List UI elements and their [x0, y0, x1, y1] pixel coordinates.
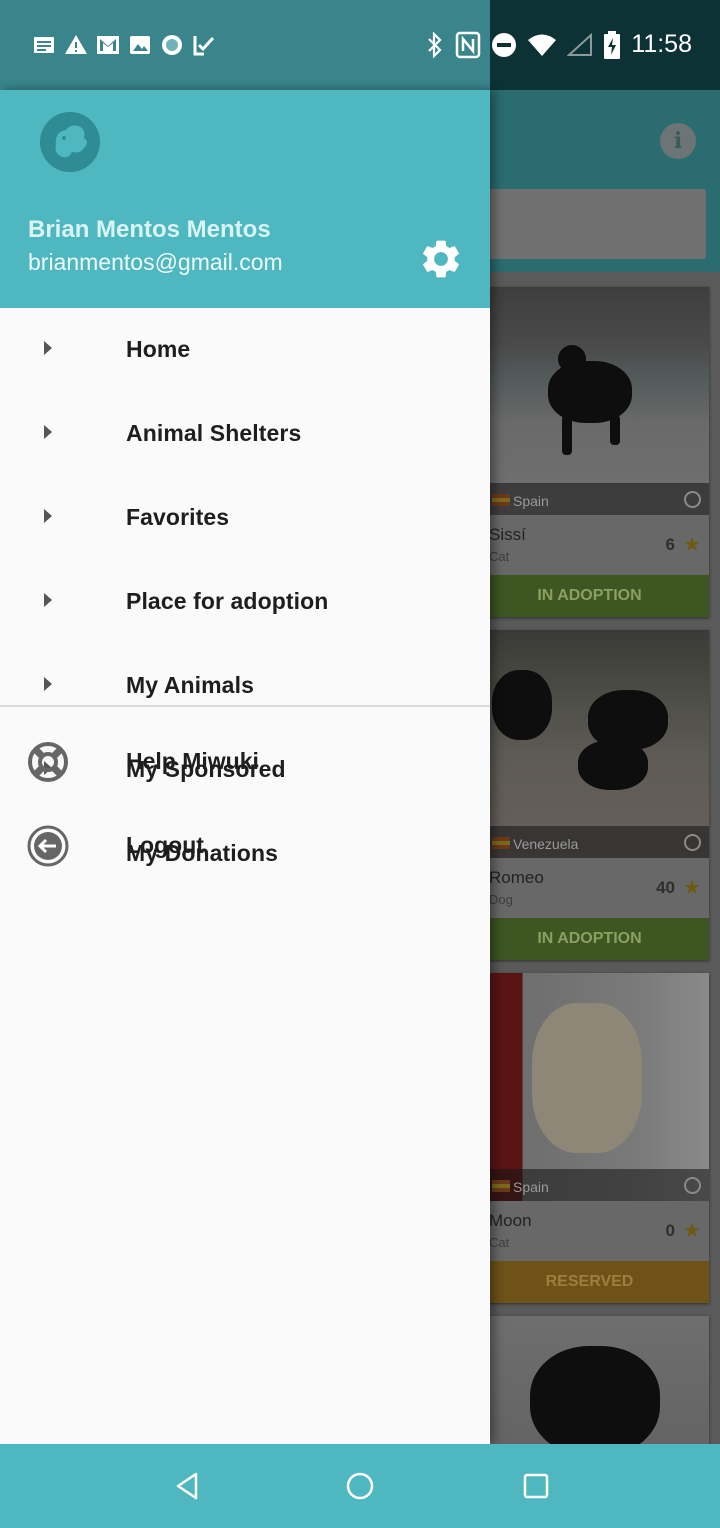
settings-gear-icon[interactable] [418, 236, 464, 282]
cell-signal-icon [567, 32, 593, 56]
pet-type: Cat [489, 549, 510, 564]
pet-country: Spain [513, 493, 549, 509]
pet-photo [470, 1316, 709, 1444]
shelter-icon [684, 1177, 701, 1194]
menu-item-label: Place for adoption [126, 588, 329, 614]
pet-photo: Venezuela [470, 630, 709, 858]
pet-type: Cat [489, 1235, 510, 1250]
menu-item-label: My Animals [126, 672, 254, 698]
pet-country: Spain [513, 1179, 549, 1195]
user-name: Brian Mentos Mentos [28, 216, 271, 243]
menu-item-help-miwuki[interactable]: Help Miwuki [0, 720, 490, 804]
pet-photo: Spain [470, 973, 709, 1201]
app-logo-icon [40, 112, 100, 172]
arrow-right-icon [44, 341, 52, 355]
home-icon[interactable] [344, 1470, 376, 1502]
user-email: brianmentos@gmail.com [28, 249, 283, 275]
circle-app-icon [162, 35, 182, 55]
do-not-disturb-icon [492, 32, 517, 57]
menu-divider [0, 705, 490, 707]
menu-item-label: Logout [126, 832, 204, 858]
arrow-right-icon [44, 677, 52, 691]
image-icon [130, 36, 150, 54]
pet-favorite-count: 40 [656, 878, 675, 897]
pet-favorite-count: 0 [665, 1221, 675, 1240]
menu-item-favorites[interactable]: Favorites [0, 476, 490, 560]
menu-item-logout[interactable]: Logout [0, 804, 490, 888]
menu-item-label: Home [126, 336, 191, 362]
navigation-drawer: Brian Mentos Mentos brianmentos@gmail.co… [0, 90, 490, 1444]
gmail-icon [97, 36, 119, 54]
shelter-icon [684, 834, 701, 851]
system-navigation-bar [0, 1444, 720, 1528]
status-badge: RESERVED [470, 1261, 709, 1303]
warning-icon [65, 35, 87, 54]
pet-name: Sissí [489, 525, 526, 544]
status-bar: 11:58 [0, 0, 720, 90]
recents-icon[interactable] [520, 1470, 552, 1502]
menu-item-my-animals[interactable]: My Animals [0, 644, 490, 728]
lifebuoy-icon [28, 742, 68, 782]
menu-item-place-for-adoption[interactable]: Place for adoption [0, 560, 490, 644]
pet-name: Romeo [489, 868, 544, 887]
menu-item-label: Help Miwuki [126, 748, 259, 774]
checkmark-app-icon [193, 36, 215, 56]
logout-icon [27, 825, 69, 867]
clock: 11:58 [631, 30, 692, 58]
menu-item-home[interactable]: Home [0, 308, 490, 392]
battery-charging-icon [604, 30, 621, 59]
spain-flag-icon [492, 494, 510, 506]
arrow-right-icon [44, 509, 52, 523]
pet-card[interactable]: Venezuela Romeo Dog 40 ★ IN ADOPTION [470, 630, 709, 960]
info-icon[interactable]: i [660, 123, 696, 159]
arrow-right-icon [44, 425, 52, 439]
star-icon[interactable]: ★ [683, 875, 701, 900]
wifi-icon [528, 34, 557, 56]
drawer-header: Brian Mentos Mentos brianmentos@gmail.co… [0, 90, 490, 308]
star-icon[interactable]: ★ [683, 1218, 701, 1243]
pet-name: Moon [489, 1211, 532, 1230]
spain-flag-icon [492, 1180, 510, 1192]
status-badge: IN ADOPTION [470, 918, 709, 960]
shelter-icon [684, 491, 701, 508]
background-search-bar[interactable] [480, 189, 706, 259]
pet-card[interactable]: Spain Moon Cat 0 ★ RESERVED [470, 973, 709, 1303]
drawer-secondary-menu: Help Miwuki Logout [0, 720, 490, 888]
menu-item-label: Favorites [126, 504, 230, 530]
back-icon[interactable] [172, 1470, 204, 1502]
status-badge: IN ADOPTION [470, 575, 709, 617]
menu-item-label: Animal Shelters [126, 420, 302, 446]
pet-photo: Spain [470, 287, 709, 515]
pet-type: Dog [489, 892, 513, 907]
venezuela-flag-icon [492, 837, 510, 849]
arrow-right-icon [44, 593, 52, 607]
pet-favorite-count: 6 [665, 535, 675, 554]
pet-card[interactable] [470, 1316, 709, 1444]
nfc-icon [456, 31, 481, 58]
star-icon[interactable]: ★ [683, 532, 701, 557]
pet-card[interactable]: Spain Sissí Cat 6 ★ IN ADOPTION [470, 287, 709, 617]
pet-country: Venezuela [513, 836, 579, 852]
menu-item-animal-shelters[interactable]: Animal Shelters [0, 392, 490, 476]
bluetooth-icon [428, 31, 442, 58]
news-icon [34, 37, 54, 53]
